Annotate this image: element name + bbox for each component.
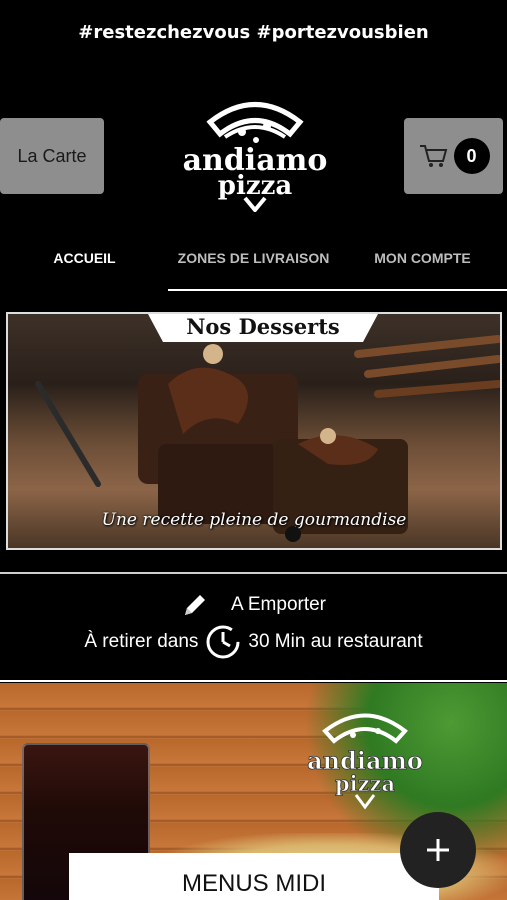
plus-icon <box>427 839 449 861</box>
pickup-time-text: 30 Min au restaurant <box>248 631 423 652</box>
banner-subtitle: Une recette pleine de gourmandise <box>101 510 407 530</box>
andiamo-pizza-logo[interactable]: andiamo pizza <box>170 92 340 212</box>
pencil-edit-icon[interactable] <box>181 591 209 619</box>
logo-text-line2: pizza <box>218 171 293 201</box>
promo-andiamo-logo: andiamo pizza <box>307 713 423 810</box>
section-divider-2 <box>0 680 507 682</box>
cart-count-badge: 0 <box>453 138 490 174</box>
desserts-banner[interactable]: Nos Desserts Une recette pleine de gourm… <box>6 312 502 550</box>
banner-title-ribbon: Nos Desserts <box>148 314 378 344</box>
order-mode-label: A Emporter <box>230 594 327 615</box>
pickup-prefix-text: À retirer dans <box>84 631 199 652</box>
cart-button[interactable]: 0 <box>404 118 503 194</box>
promo-logo-text-line2: pizza <box>335 771 396 796</box>
active-tab-indicator <box>0 288 168 292</box>
tab-zones-de-livraison[interactable]: ZONES DE LIVRAISON <box>169 238 338 278</box>
carousel-indicator-dot[interactable] <box>285 526 301 542</box>
menu-card-button[interactable]: La Carte <box>0 118 104 194</box>
shopping-cart-icon <box>419 145 447 167</box>
menu-card-label: La Carte <box>17 145 87 166</box>
banner-title: Nos Desserts <box>186 314 340 339</box>
hashtag-banner: #restezchezvous #portezvousbien <box>78 22 429 43</box>
main-tabs: ACCUEIL ZONES DE LIVRAISON MON COMPTE <box>0 238 507 278</box>
tab-accueil[interactable]: ACCUEIL <box>0 238 169 278</box>
menus-midi-card[interactable]: MENUS MIDI <box>69 853 439 900</box>
order-mode-info[interactable]: A Emporter À retirer dans 30 Min au rest… <box>0 588 507 662</box>
clock-timer-icon <box>206 625 240 659</box>
tab-mon-compte[interactable]: MON COMPTE <box>338 238 507 278</box>
add-button[interactable] <box>400 812 476 888</box>
section-divider <box>0 572 507 574</box>
